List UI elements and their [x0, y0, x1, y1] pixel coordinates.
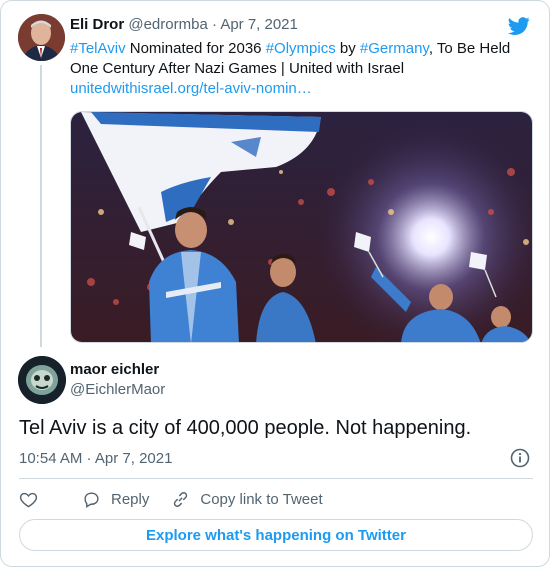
copy-link-button[interactable]: Copy link to Tweet — [171, 490, 323, 509]
text-part[interactable]: #TelAviv — [70, 40, 126, 57]
reply-label: Reply — [111, 490, 150, 508]
tweet-embed-card: Eli Dror @edrormba · Apr 7, 2021 #TelAvi… — [0, 0, 550, 567]
text-part: Nominated for 2036 — [125, 40, 266, 57]
explore-twitter-button[interactable]: Explore what's happening on Twitter — [19, 519, 533, 551]
quoted-tweet-header: Eli Dror @edrormba · Apr 7, 2021 — [70, 16, 298, 33]
author-handle[interactable]: @edrormba — [128, 16, 207, 33]
copy-link-label: Copy link to Tweet — [200, 490, 323, 508]
text-part: by — [335, 40, 360, 57]
info-icon[interactable] — [510, 448, 530, 468]
heart-icon — [19, 492, 38, 507]
author-handle[interactable]: @EichlerMaor — [70, 381, 165, 398]
action-bar: Reply Copy link to Tweet — [19, 488, 345, 510]
tweet-date[interactable]: Apr 7, 2021 — [220, 16, 298, 33]
link-icon — [174, 491, 188, 507]
divider — [19, 478, 533, 479]
author-name[interactable]: maor eichler — [70, 361, 159, 378]
avatar[interactable] — [18, 356, 66, 404]
like-button[interactable] — [19, 490, 48, 509]
avatar[interactable] — [18, 14, 65, 61]
quoted-tweet-text: #TelAviv Nominated for 2036 #Olympics by… — [70, 39, 530, 79]
author-name[interactable]: Eli Dror — [70, 16, 124, 33]
tweet-photo[interactable] — [70, 111, 533, 343]
thread-connector-line — [40, 65, 42, 347]
tweet-text: Tel Aviv is a city of 400,000 people. No… — [19, 417, 472, 439]
reply-icon — [84, 491, 99, 508]
twitter-bird-icon[interactable] — [507, 15, 531, 37]
reply-button[interactable]: Reply — [82, 490, 149, 509]
text-part[interactable]: #Germany — [360, 40, 429, 57]
text-part[interactable]: #Olympics — [266, 40, 336, 57]
tweet-timestamp[interactable]: 10:54 AM · Apr 7, 2021 — [19, 450, 172, 467]
article-link[interactable]: unitedwithisrael.org/tel-aviv-nomin… — [70, 80, 312, 97]
separator: · — [211, 16, 217, 33]
